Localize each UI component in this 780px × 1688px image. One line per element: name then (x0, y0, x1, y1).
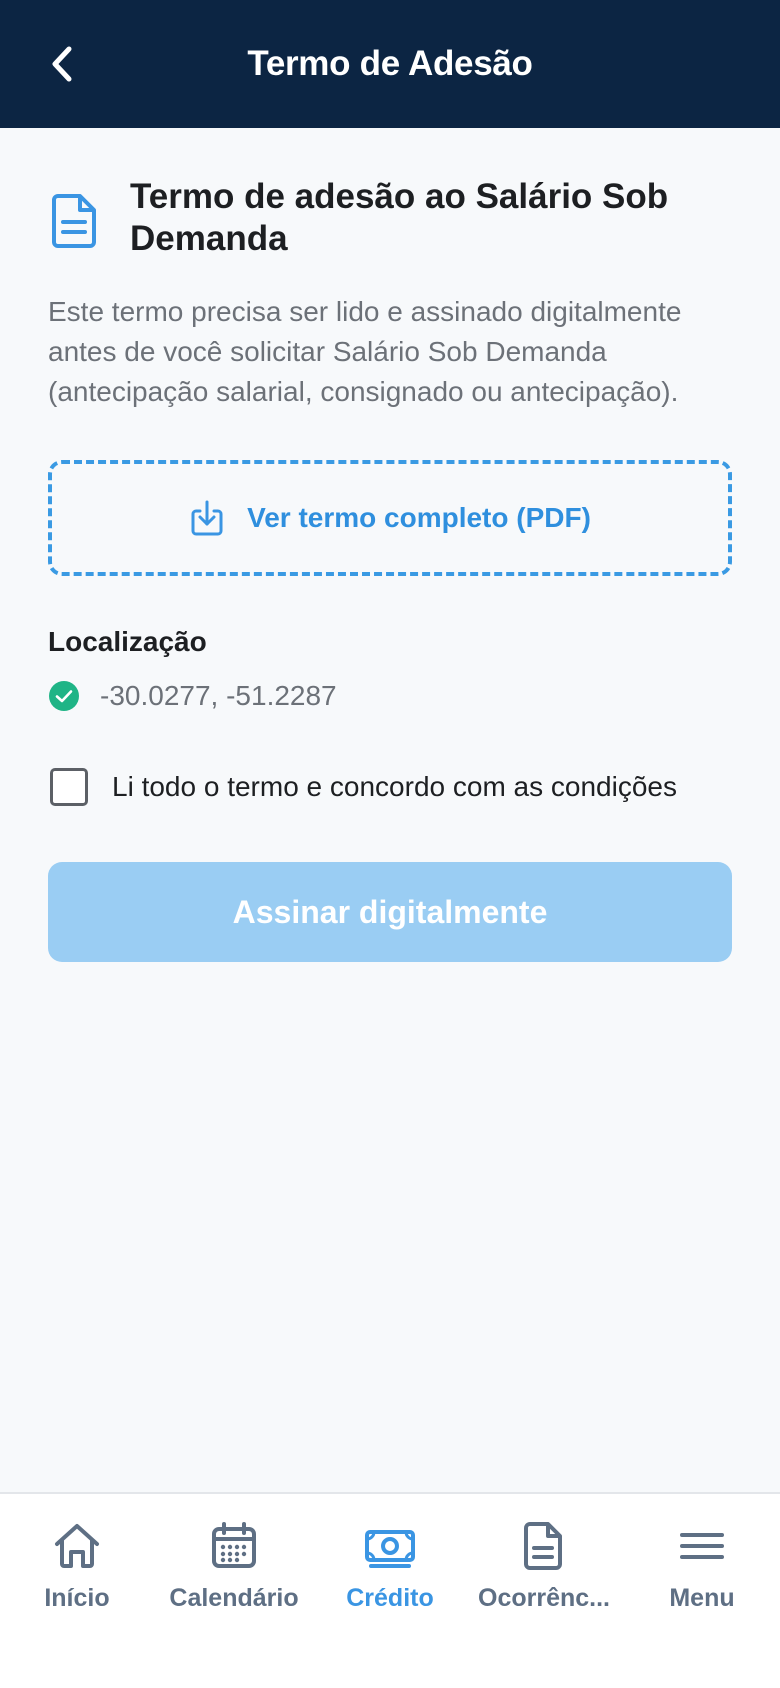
app-header: Termo de Adesão (0, 0, 780, 128)
check-circle-icon (49, 681, 79, 711)
document-header: Termo de adesão ao Salário Sob Demanda (48, 176, 738, 260)
back-button[interactable] (32, 34, 92, 94)
tab-calendario[interactable]: Calendário (166, 1520, 302, 1630)
document-icon (52, 194, 96, 248)
tab-label: Calendário (169, 1584, 299, 1612)
page-title: Termo de Adesão (247, 44, 533, 83)
tab-menu[interactable]: Menu (656, 1520, 748, 1630)
agreement-checkbox[interactable] (50, 768, 88, 806)
tab-label: Menu (669, 1584, 735, 1612)
home-icon (55, 1524, 99, 1568)
chevron-left-icon (52, 46, 72, 82)
document-title: Termo de adesão ao Salário Sob Demanda (130, 177, 669, 258)
location-row: -30.0277, -51.2287 (48, 680, 337, 712)
view-pdf-button[interactable]: Ver termo completo (PDF) (48, 460, 732, 576)
menu-icon (680, 1533, 724, 1559)
tab-label: Início (44, 1584, 110, 1612)
tab-ocorrencias[interactable]: Ocorrênc... (474, 1520, 614, 1630)
document-description: Este termo precisa ser lido e assinado d… (48, 296, 682, 407)
agreement-label[interactable]: Li todo o termo e concordo com as condiç… (112, 771, 677, 803)
agreement-row[interactable]: Li todo o termo e concordo com as condiç… (50, 768, 677, 806)
tab-credito[interactable]: Crédito (340, 1520, 440, 1630)
document-icon (524, 1522, 562, 1570)
tab-label: Ocorrênc... (478, 1584, 610, 1612)
calendar-icon (212, 1522, 256, 1568)
location-coordinates: -30.0277, -51.2287 (100, 680, 337, 711)
view-pdf-label: Ver termo completo (PDF) (247, 502, 591, 533)
tab-inicio[interactable]: Início (32, 1520, 122, 1630)
location-label: Localização (48, 626, 207, 657)
tab-label: Crédito (346, 1584, 434, 1612)
sign-button[interactable]: Assinar digitalmente (48, 862, 732, 962)
download-icon (191, 500, 223, 536)
money-icon (365, 1530, 415, 1568)
bottom-tab-bar: Início Calendário Crédito Ocorrênc... Me… (0, 1492, 780, 1688)
